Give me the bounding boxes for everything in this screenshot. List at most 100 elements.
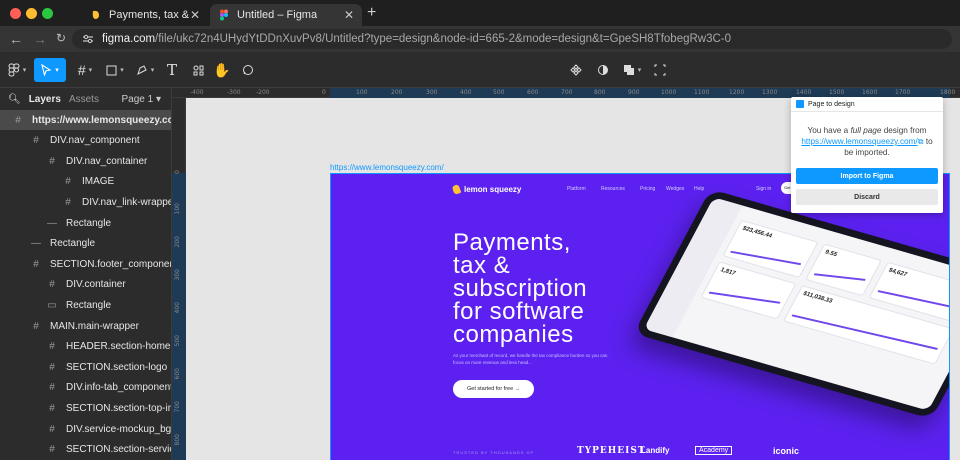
search-icon[interactable]: 🔍︎ bbox=[8, 94, 21, 105]
ruler-tick-label: 600 bbox=[527, 89, 539, 96]
layer-row[interactable]: # SECTION.section-logo bbox=[0, 357, 171, 377]
frame-icon: # bbox=[49, 155, 55, 167]
page-selector-label: Page 1 bbox=[121, 93, 154, 105]
frame-icon: # bbox=[65, 196, 71, 208]
dashboard-value: $4,627 bbox=[887, 267, 908, 279]
layer-row[interactable]: # DIV.container bbox=[0, 275, 171, 295]
ruler-tick-label: 300 bbox=[426, 89, 438, 96]
figma-icon[interactable]: ▾ bbox=[6, 58, 28, 82]
discard-button[interactable]: Discard bbox=[796, 189, 938, 205]
dashboard-value: $11,038.33 bbox=[801, 290, 834, 305]
dashboard-chart-line bbox=[813, 273, 866, 281]
left-ruler: 0 100 200 300 400 500 600 700 800 bbox=[172, 98, 186, 460]
layer-row[interactable]: # DIV.nav_component bbox=[0, 131, 171, 151]
ruler-tick-label: 1400 bbox=[796, 89, 812, 96]
frame-icon: # bbox=[49, 444, 55, 456]
ruler-tick-label: 0 bbox=[174, 170, 181, 174]
ruler-tick-label: 1500 bbox=[829, 89, 845, 96]
tab-title: Payments, tax & subscription bbox=[109, 9, 190, 21]
layers-panel: 🔍︎ Layers Assets Page 1 ▾ # https://www.l… bbox=[0, 88, 172, 460]
layer-row[interactable]: # DIV.service-mockup_bg-wrap... bbox=[0, 419, 171, 439]
tab-title: Untitled – Figma bbox=[237, 9, 318, 21]
tab-layers[interactable]: Layers bbox=[29, 94, 61, 105]
dashboard-value: 9.55 bbox=[823, 249, 838, 259]
page-selector[interactable]: Page 1 ▾ bbox=[121, 94, 161, 105]
figma-logo-icon bbox=[220, 9, 228, 21]
site-settings-icon[interactable] bbox=[82, 34, 94, 44]
contrast-icon[interactable] bbox=[593, 58, 613, 82]
brand-logo-landify: Landify bbox=[641, 446, 670, 455]
ruler-tick-label: -300 bbox=[227, 89, 241, 96]
ruler-tick-label: 700 bbox=[561, 89, 573, 96]
plugin-message: You have a full page design from https:/… bbox=[791, 112, 943, 158]
ruler-tick-label: -400 bbox=[190, 89, 204, 96]
layer-row[interactable]: # IMAGE bbox=[0, 172, 171, 192]
ruler-tick-label: 200 bbox=[174, 236, 181, 248]
comment-icon[interactable] bbox=[238, 58, 258, 82]
browser-tab-lemonsqueezy[interactable]: Payments, tax & subscription ✕ bbox=[82, 4, 208, 26]
square-icon[interactable]: ▾ bbox=[102, 58, 128, 82]
close-tab-icon[interactable]: ✕ bbox=[190, 8, 200, 22]
crop-icon[interactable] bbox=[650, 58, 670, 82]
layer-label: DIV.info-tab_component bbox=[66, 382, 171, 394]
dashboard-chart-line bbox=[708, 291, 781, 304]
pen-icon[interactable]: ▾ bbox=[132, 58, 158, 82]
site-nav-pricing: Pricing bbox=[640, 186, 656, 192]
layer-row[interactable]: — Rectangle bbox=[0, 213, 171, 233]
reload-icon[interactable]: ↻ bbox=[56, 31, 66, 45]
forward-arrow-icon[interactable]: → bbox=[33, 31, 47, 47]
layer-row[interactable]: ▭ Rectangle bbox=[0, 295, 171, 315]
layer-label: DIV.service-mockup_bg-wrap... bbox=[66, 423, 171, 435]
close-tab-icon[interactable]: ✕ bbox=[344, 8, 354, 22]
close-window-button[interactable] bbox=[10, 8, 21, 19]
layer-row[interactable]: # HEADER.section-home-header bbox=[0, 337, 171, 357]
layer-label: SECTION.section-logo bbox=[66, 361, 168, 373]
hand-icon[interactable]: ✋ bbox=[212, 58, 232, 82]
layer-label: Rectangle bbox=[50, 238, 96, 250]
ruler-tick-label: 700 bbox=[174, 401, 181, 413]
cursor-icon[interactable]: ▾ bbox=[34, 58, 66, 82]
import-to-figma-button[interactable]: Import to Figma bbox=[796, 168, 938, 184]
layer-row[interactable]: # SECTION.section-top-intro bbox=[0, 398, 171, 418]
layer-row[interactable]: # SECTION.footer_component bbox=[0, 254, 171, 274]
layer-row[interactable]: # DIV.nav_container bbox=[0, 151, 171, 171]
minimize-window-button[interactable] bbox=[26, 8, 37, 19]
ruler-tick-label: 800 bbox=[594, 89, 606, 96]
ruler-tick-label: 500 bbox=[174, 335, 181, 347]
layer-row[interactable]: # SECTION.section-service-cards bbox=[0, 440, 171, 460]
frame-label[interactable]: https://www.lemonsqueezy.com/ bbox=[330, 163, 444, 172]
site-nav-resources: Resources bbox=[601, 186, 625, 192]
text-icon[interactable]: T bbox=[162, 58, 182, 82]
browser-tab-figma[interactable]: Untitled – Figma ✕ bbox=[210, 4, 362, 26]
maximize-window-button[interactable] bbox=[42, 8, 53, 19]
layers-panel-header: 🔍︎ Layers Assets Page 1 ▾ bbox=[0, 88, 171, 110]
url-field[interactable]: figma.com/file/ukc72n4UHydYtDDnXuvPv8/Un… bbox=[72, 29, 952, 49]
brand-logo-typeheist: TYPEHEIST bbox=[577, 446, 646, 456]
site-hero-subtext: As your merchant of record, we handle th… bbox=[453, 353, 608, 365]
hash-icon[interactable]: # ▾ bbox=[72, 58, 98, 82]
imported-frame[interactable]: lemon squeezy Platform Resources Pricing… bbox=[330, 173, 950, 460]
layer-row[interactable]: # https://www.lemonsqueezy.com/ bbox=[0, 110, 171, 130]
ruler-tick-label: 400 bbox=[460, 89, 472, 96]
union-icon[interactable]: ▾ bbox=[619, 58, 645, 82]
frame-icon: # bbox=[49, 402, 55, 414]
frame-icon: # bbox=[15, 114, 21, 126]
layer-label: Rectangle bbox=[66, 217, 112, 229]
back-arrow-icon[interactable]: ← bbox=[9, 31, 23, 47]
layer-row[interactable]: # DIV.nav_link-wrapper bbox=[0, 192, 171, 212]
grid-icon[interactable] bbox=[188, 58, 208, 82]
plugin-source-link[interactable]: https://www.lemonsqueezy.com/ bbox=[801, 137, 917, 146]
ruler-tick-label: -200 bbox=[256, 89, 270, 96]
layer-row[interactable]: # MAIN.main-wrapper bbox=[0, 316, 171, 336]
hero-line: companies bbox=[453, 321, 574, 348]
tab-assets[interactable]: Assets bbox=[69, 94, 99, 105]
frame-icon: # bbox=[33, 258, 39, 270]
layer-row[interactable]: — Rectangle bbox=[0, 234, 171, 254]
new-tab-icon[interactable]: + bbox=[367, 4, 376, 22]
component-icon[interactable] bbox=[566, 58, 586, 82]
frame-icon: # bbox=[49, 341, 55, 353]
layer-row[interactable]: # DIV.info-tab_component bbox=[0, 378, 171, 398]
chevron-down-icon: ▾ bbox=[155, 93, 161, 105]
ruler-tick-label: 0 bbox=[322, 89, 326, 96]
plugin-icon bbox=[796, 100, 804, 108]
